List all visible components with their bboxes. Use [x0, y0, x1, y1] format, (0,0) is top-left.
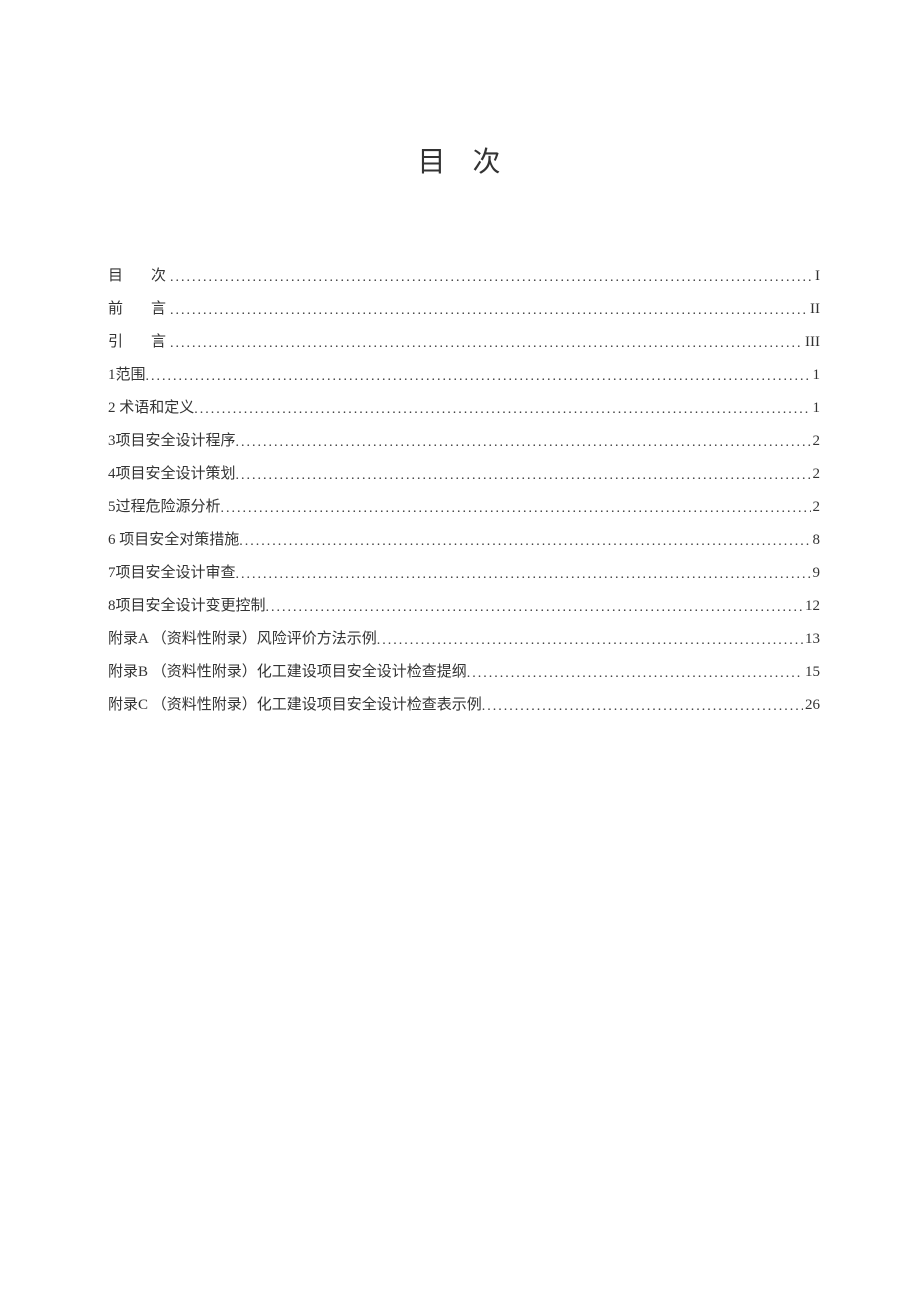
- toc-leader-dots: [170, 329, 803, 360]
- toc-leader-dots: [236, 428, 811, 459]
- toc-entry: 附录C （资料性附录）化工建设项目安全设计检查表示例 26: [108, 689, 820, 722]
- toc-leader-dots: [221, 494, 811, 525]
- toc-entry: 3项目安全设计程序 2: [108, 425, 820, 458]
- toc-leader-dots: [239, 527, 810, 558]
- toc-entry-label: 前言: [108, 293, 170, 326]
- toc-entry-label: 目次: [108, 260, 170, 293]
- toc-entry: 2 术语和定义 1: [108, 392, 820, 425]
- toc-leader-dots: [170, 296, 808, 327]
- toc-entry-page: 2: [811, 458, 821, 491]
- toc-leader-dots: [236, 461, 811, 492]
- toc-entry-label: 4项目安全设计策划: [108, 458, 236, 491]
- table-of-contents: 目次I前言II引言III1范围12 术语和定义13项目安全设计程序24项目安全设…: [108, 260, 820, 722]
- toc-entry-label: 6 项目安全对策措施: [108, 524, 239, 557]
- toc-entry-label: 附录B （资料性附录）化工建设项目安全设计检查提纲: [108, 656, 467, 689]
- toc-entry-page: 15: [803, 656, 820, 689]
- toc-entry-page: 12: [803, 590, 820, 623]
- toc-entry: 8项目安全设计变更控制 12: [108, 590, 820, 623]
- toc-entry-page: 13: [803, 623, 820, 656]
- toc-entry-label: 5过程危险源分析: [108, 491, 221, 524]
- toc-entry-label: 3项目安全设计程序: [108, 425, 236, 458]
- toc-entry-label: 附录C （资料性附录）化工建设项目安全设计检查表示例: [108, 689, 482, 722]
- toc-leader-dots: [146, 362, 811, 393]
- toc-entry: 前言 II: [108, 293, 820, 326]
- toc-entry: 附录B （资料性附录）化工建设项目安全设计检查提纲 15: [108, 656, 820, 689]
- toc-entry-page: 9: [811, 557, 821, 590]
- toc-leader-dots: [194, 395, 810, 426]
- toc-entry: 4项目安全设计策划 2: [108, 458, 820, 491]
- toc-entry-page: 1: [811, 392, 821, 425]
- toc-entry-label: 8项目安全设计变更控制: [108, 590, 266, 623]
- toc-entry-page: III: [803, 326, 820, 359]
- toc-leader-dots: [266, 593, 803, 624]
- toc-leader-dots: [467, 659, 803, 690]
- toc-entry-page: I: [813, 260, 820, 293]
- toc-entry: 6 项目安全对策措施 8: [108, 524, 820, 557]
- page-title: 目 次: [108, 140, 820, 180]
- toc-entry-label: 附录A （资料性附录）风险评价方法示例: [108, 623, 377, 656]
- toc-entry-label: 1范围: [108, 359, 146, 392]
- toc-entry: 7项目安全设计审查 9: [108, 557, 820, 590]
- toc-leader-dots: [377, 626, 803, 657]
- toc-entry-page: II: [808, 293, 820, 326]
- toc-entry: 附录A （资料性附录）风险评价方法示例 13: [108, 623, 820, 656]
- toc-entry-page: 1: [811, 359, 821, 392]
- toc-entry-page: 2: [811, 491, 821, 524]
- toc-entry: 目次 I: [108, 260, 820, 293]
- toc-leader-dots: [236, 560, 811, 591]
- toc-entry: 5过程危险源分析 2: [108, 491, 820, 524]
- toc-entry-page: 8: [811, 524, 821, 557]
- toc-leader-dots: [170, 263, 813, 294]
- toc-entry-page: 2: [811, 425, 821, 458]
- toc-entry: 引言 III: [108, 326, 820, 359]
- toc-entry-page: 26: [803, 689, 820, 722]
- toc-entry-label: 2 术语和定义: [108, 392, 194, 425]
- toc-entry-label: 7项目安全设计审查: [108, 557, 236, 590]
- toc-entry: 1范围 1: [108, 359, 820, 392]
- toc-leader-dots: [482, 692, 803, 723]
- toc-entry-label: 引言: [108, 326, 170, 359]
